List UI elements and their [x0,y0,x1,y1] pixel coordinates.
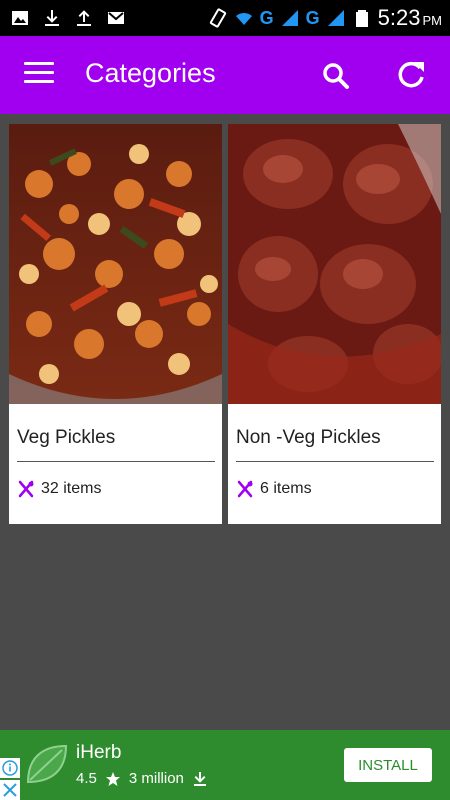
category-card-veg[interactable]: Veg Pickles 32 items [9,124,222,524]
status-bar: G G 5:23 PM [0,0,450,36]
image-icon [12,11,28,25]
item-count-label: 32 items [41,480,102,497]
item-count: 6 items [236,480,312,498]
battery-icon [355,10,368,27]
star-icon [105,771,120,786]
rotate-icon [209,8,226,28]
download-icon [193,771,206,786]
ad-downloads: 3 million [128,770,184,787]
leaf-logo-icon [26,744,68,784]
signal-icon-2 [327,10,344,26]
page-title: Categories [85,58,216,88]
clock: 5:23 PM [377,5,442,30]
item-count-label: 6 items [260,480,312,497]
divider [17,461,215,462]
utensils-icon [237,480,253,498]
category-title: Non -Veg Pickles [236,427,381,448]
category-title: Veg Pickles [17,427,116,448]
app-bar: Categories [0,36,450,114]
wifi-icon [235,12,252,25]
refresh-icon[interactable] [394,58,428,92]
ad-info-icon[interactable] [0,758,20,778]
menu-button[interactable] [24,62,54,86]
item-count: 32 items [17,480,101,498]
search-icon[interactable] [320,60,352,92]
install-button[interactable]: INSTALL [344,748,432,782]
ad-rating: 4.5 [76,770,97,787]
ad-meta: 4.5 3 million [76,770,208,787]
network-type: G [259,7,274,28]
ad-banner[interactable]: iHerb 4.5 3 million INSTALL [0,730,450,800]
signal-icon [281,10,298,26]
category-image [9,124,222,404]
mail-icon [108,12,124,24]
ad-app-name: iHerb [76,742,122,763]
category-image [228,124,441,404]
close-icon[interactable] [0,780,20,800]
upload-icon [77,10,91,26]
divider [236,461,434,462]
category-card-nonveg[interactable]: Non -Veg Pickles 6 items [228,124,441,524]
utensils-icon [18,480,34,498]
network-type-2: G [305,7,320,28]
download-icon [45,10,59,26]
menu-icon [24,62,54,65]
